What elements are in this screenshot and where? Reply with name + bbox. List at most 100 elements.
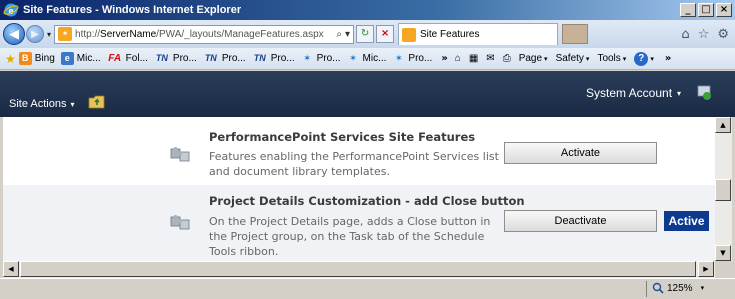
- favorite-link[interactable]: TN Pro...: [154, 52, 197, 65]
- tn-icon: TN: [253, 53, 266, 63]
- bing-icon: B: [18, 52, 32, 65]
- magnifier-icon: [652, 282, 664, 294]
- refresh-button[interactable]: ↻: [356, 25, 375, 43]
- fa-icon: FA: [108, 53, 122, 64]
- site-favicon: ✶: [58, 27, 73, 41]
- feature-name: Project Details Customization - add Clos…: [209, 194, 525, 208]
- favorites-star-icon[interactable]: ★: [5, 52, 16, 66]
- favorite-label: Pro...: [221, 53, 246, 64]
- horizontal-scrollbar[interactable]: ◀ ▶: [3, 261, 715, 278]
- account-menu[interactable]: System Account ▾: [586, 86, 681, 100]
- home-icon[interactable]: ⌂: [681, 27, 689, 42]
- feature-description: On the Project Details page, adds a Clos…: [209, 215, 491, 258]
- stop-button[interactable]: ×: [376, 25, 395, 43]
- vertical-scroll-thumb[interactable]: [715, 179, 731, 201]
- chevron-down-icon: ▾: [544, 54, 548, 63]
- favorite-link[interactable]: FA Fol...: [107, 52, 148, 65]
- page-menu[interactable]: Page ▾: [519, 53, 548, 64]
- scroll-right-button[interactable]: ▶: [698, 261, 714, 277]
- status-bar: 125% ▾: [0, 278, 735, 299]
- favorite-link[interactable]: e Mic...: [60, 52, 101, 65]
- scrollbar-corner: [715, 261, 732, 278]
- deactivate-button[interactable]: Deactivate: [504, 210, 657, 232]
- status-divider: [646, 281, 647, 297]
- home-menu-icon[interactable]: ⌂: [455, 53, 461, 64]
- mail-icon[interactable]: ✉: [486, 53, 494, 64]
- feature-row: PerformancePoint Services Site Features …: [3, 117, 715, 185]
- chevron-down-icon: ▾: [700, 284, 705, 292]
- chevron-down-icon: ▾: [70, 99, 75, 109]
- window-title-bar: e Site Features - Windows Internet Explo…: [0, 0, 735, 20]
- ie-page-icon: e: [60, 52, 74, 65]
- account-name: System Account: [586, 86, 673, 100]
- horizontal-scroll-thumb[interactable]: [20, 261, 696, 277]
- address-url[interactable]: http://ServerName/PWA/_layouts/ManageFea…: [75, 29, 336, 40]
- back-button[interactable]: ◀: [3, 23, 25, 45]
- favorite-label: Bing: [34, 53, 55, 64]
- recent-pages-dropdown[interactable]: ▾: [47, 30, 51, 39]
- chevron-down-icon: ▾: [622, 54, 627, 63]
- gear-icon[interactable]: ⚙: [717, 27, 729, 42]
- tab-favicon: [402, 27, 417, 42]
- chevron-down-icon: ▾: [650, 54, 654, 63]
- tn-icon: TN: [204, 53, 217, 63]
- favorite-link[interactable]: ✶ Pro...: [301, 52, 341, 65]
- site-actions-menu[interactable]: Site Actions ▾: [9, 98, 75, 110]
- navigation-bar: ◀ ▶ ▾ ✶ http://ServerName/PWA/_layouts/M…: [0, 20, 735, 48]
- forward-button[interactable]: ▶: [26, 25, 44, 43]
- scroll-down-button[interactable]: ▼: [715, 245, 731, 261]
- favorite-label: Mic...: [362, 53, 387, 64]
- feature-description: Features enabling the PerformancePoint S…: [209, 150, 499, 178]
- presence-icon[interactable]: [697, 85, 713, 101]
- favorite-label: Pro...: [270, 53, 295, 64]
- navigate-up-folder-icon[interactable]: [88, 94, 106, 109]
- chevron-down-icon: ▾: [585, 54, 590, 63]
- puzzle-piece-icon: [170, 215, 190, 230]
- favorite-label: Fol...: [125, 53, 148, 64]
- features-list: PerformancePoint Services Site Features …: [3, 117, 715, 261]
- favorites-icon[interactable]: ☆: [698, 27, 710, 42]
- address-bar[interactable]: ✶ http://ServerName/PWA/_layouts/ManageF…: [54, 24, 355, 44]
- minimize-button[interactable]: _: [680, 3, 696, 17]
- new-tab-button[interactable]: [562, 24, 589, 44]
- feeds-icon[interactable]: ▦: [469, 53, 478, 64]
- address-dropdown-icon[interactable]: ▾: [345, 29, 350, 40]
- safety-menu[interactable]: Safety ▾: [556, 53, 590, 64]
- favorite-link[interactable]: TN Pro...: [203, 52, 246, 65]
- feature-name: PerformancePoint Services Site Features: [209, 130, 476, 144]
- favorite-link[interactable]: ✶ Mic...: [347, 52, 387, 65]
- status-badge: Active: [664, 211, 709, 231]
- vertical-scrollbar[interactable]: ▲ ▼: [715, 117, 732, 261]
- chevron-down-icon: ▾: [677, 88, 682, 98]
- scroll-left-button[interactable]: ◀: [3, 261, 19, 277]
- site-actions-label: Site Actions: [9, 98, 67, 110]
- print-icon[interactable]: ⎙: [503, 53, 511, 64]
- favorite-link[interactable]: ✶ Pro...: [392, 52, 432, 65]
- url-scheme: http://: [75, 28, 101, 40]
- favorite-link[interactable]: B Bing: [18, 52, 55, 65]
- zoom-level: 125%: [667, 282, 693, 294]
- zoom-control[interactable]: 125% ▾: [652, 282, 704, 294]
- sharepoint-icon: ✶: [349, 53, 357, 63]
- favorite-link[interactable]: TN Pro...: [252, 52, 295, 65]
- favorites-command-bar: ★ B Bing e Mic... FA Fol... TN Pro... TN…: [0, 48, 735, 70]
- tn-icon: TN: [155, 53, 168, 63]
- search-icon[interactable]: ⌕: [336, 29, 342, 40]
- sharepoint-icon: ✶: [395, 53, 403, 63]
- tools-menu[interactable]: Tools ▾: [597, 53, 626, 64]
- favorite-label: Mic...: [76, 53, 101, 64]
- maximize-button[interactable]: □: [698, 3, 714, 17]
- scroll-up-button[interactable]: ▲: [715, 117, 731, 133]
- favorites-overflow-chevron[interactable]: »: [441, 53, 447, 64]
- tab-site-features[interactable]: Site Features: [398, 23, 559, 45]
- favorite-label: Pro...: [316, 53, 341, 64]
- feature-row: Project Details Customization - add Clos…: [3, 185, 715, 261]
- help-menu[interactable]: ? ▾: [634, 51, 654, 66]
- help-icon: ?: [634, 51, 649, 66]
- command-overflow-chevron[interactable]: »: [665, 53, 671, 64]
- puzzle-piece-icon: [170, 147, 190, 162]
- page-menu-label: Page: [518, 53, 543, 64]
- close-window-button[interactable]: ×: [716, 3, 732, 17]
- favorite-label: Pro...: [408, 53, 433, 64]
- activate-button[interactable]: Activate: [504, 142, 657, 164]
